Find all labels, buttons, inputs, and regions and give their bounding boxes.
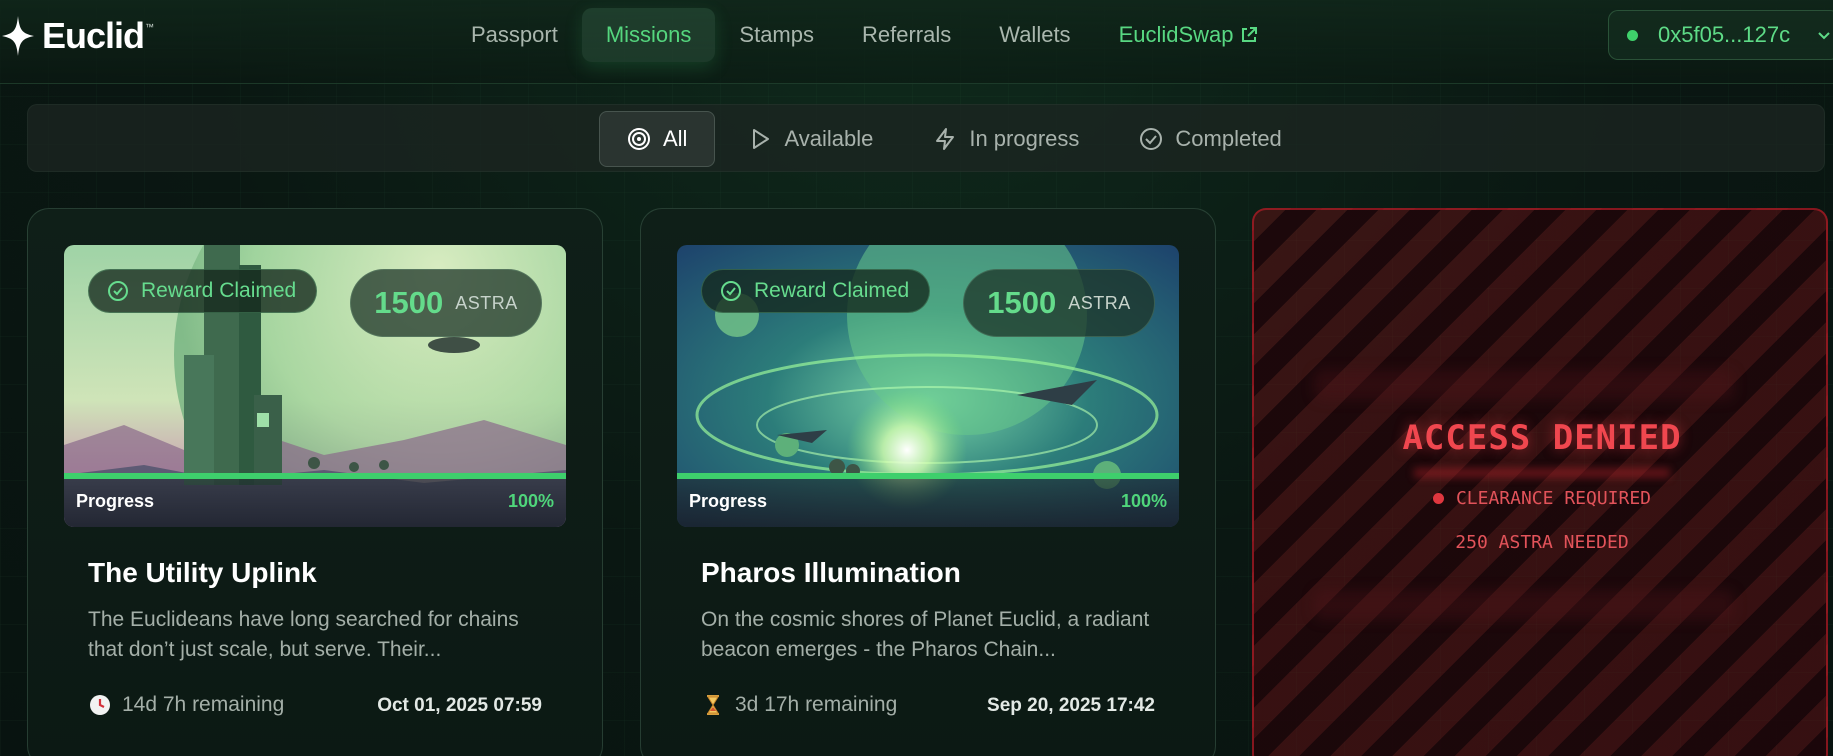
time-remaining: 3d 17h remaining [701, 693, 897, 717]
progress-percent: 100% [1120, 491, 1167, 511]
wallet-button[interactable]: 0x5f05...127c [1608, 10, 1833, 60]
wallet-status-dot [1627, 29, 1638, 41]
mission-card-pharos-illumination[interactable]: Reward Claimed 1500 ASTRA Progress 100% … [640, 208, 1216, 756]
trademark-symbol: ™ [145, 22, 155, 32]
blurred-content [1314, 590, 1734, 620]
nav-passport[interactable]: Passport [447, 8, 582, 62]
euclid-logo[interactable]: Euclid ™ [0, 14, 154, 58]
mission-card-utility-uplink[interactable]: Reward Claimed 1500 ASTRA Progress 100% … [27, 208, 603, 756]
play-icon [753, 129, 770, 149]
clearance-required-label: CLEARANCE REQUIRED [1455, 488, 1652, 509]
filter-available-label: Available [784, 126, 874, 151]
nav-wallets[interactable]: Wallets [975, 8, 1094, 62]
mission-end-date: Sep 20, 2025 17:42 [987, 695, 1155, 716]
check-circle-icon [108, 281, 128, 301]
reward-claimed-badge: Reward Claimed [88, 269, 318, 313]
access-denied-title: ACCESS DENIED [1402, 418, 1682, 458]
filter-all[interactable]: All [599, 111, 716, 167]
filter-available[interactable]: Available [721, 111, 900, 167]
progress-track [677, 473, 1179, 479]
progress-strip: Progress 100% [677, 473, 1179, 527]
hourglass-icon [707, 695, 719, 715]
check-circle-icon [721, 281, 741, 301]
external-link-icon [1241, 27, 1257, 42]
progress-fill [677, 473, 1179, 479]
top-navbar: Euclid ™ Passport Missions Stamps Referr… [0, 0, 1833, 84]
filter-tabs: All Available In progress Completed [599, 111, 1315, 167]
filter-in-progress-label: In progress [969, 126, 1080, 151]
filter-in-progress[interactable]: In progress [906, 111, 1106, 167]
reward-unit: ASTRA [455, 292, 518, 313]
nav-euclidswap[interactable]: EuclidSwap [1095, 8, 1282, 62]
astra-needed: 250 ASTRA NEEDED [1455, 532, 1629, 553]
mission-image: Reward Claimed 1500 ASTRA Progress 100% [64, 245, 566, 527]
chevron-down-icon [1818, 32, 1830, 40]
nav-missions[interactable]: Missions [581, 8, 716, 62]
blurred-content [1314, 370, 1734, 400]
nav-euclidswap-label: EuclidSwap [1118, 22, 1234, 47]
filter-completed-label: Completed [1175, 126, 1282, 151]
reward-amount: 1500 [987, 285, 1057, 320]
lightning-icon [936, 128, 955, 150]
mission-filter-bar: All Available In progress Completed [27, 104, 1825, 172]
check-circle-icon [1140, 128, 1163, 150]
reward-claimed-badge: Reward Claimed [701, 269, 931, 313]
mission-image: Reward Claimed 1500 ASTRA Progress 100% [677, 245, 1179, 527]
nav-referrals[interactable]: Referrals [838, 8, 975, 62]
reward-amount: 1500 [374, 285, 444, 320]
sparkle-star-icon [2, 16, 34, 56]
brand-name: Euclid [42, 15, 145, 56]
corner-bracket [1254, 678, 1342, 756]
corner-bracket [1254, 210, 1342, 298]
corner-bracket [1738, 210, 1826, 298]
progress-percent: 100% [507, 491, 554, 511]
wallet-address: 0x5f05...127c [1658, 22, 1791, 47]
glitch-bar [1414, 468, 1670, 478]
clock-icon [90, 695, 110, 715]
progress-label: Progress [689, 491, 768, 511]
time-remaining: 14d 7h remaining [88, 693, 284, 717]
clearance-required: CLEARANCE REQUIRED [1254, 488, 1826, 509]
mission-description: The Euclideans have long searched for ch… [88, 608, 519, 661]
locked-mission-card: ACCESS DENIED CLEARANCE REQUIRED 250 AST… [1252, 208, 1828, 756]
main-nav: Passport Missions Stamps Referrals Walle… [447, 8, 1282, 62]
filter-all-label: All [663, 126, 688, 151]
corner-bracket [1738, 678, 1826, 756]
progress-label: Progress [76, 491, 155, 511]
reward-claimed-label: Reward Claimed [141, 279, 297, 302]
progress-strip: Progress 100% [64, 473, 566, 527]
progress-fill [64, 473, 566, 479]
progress-track [64, 473, 566, 479]
target-icon [628, 128, 650, 150]
mission-end-date: Oct 01, 2025 07:59 [377, 695, 542, 716]
nav-stamps[interactable]: Stamps [715, 8, 838, 62]
reward-amount-badge: 1500 ASTRA [963, 269, 1155, 337]
reward-unit: ASTRA [1068, 292, 1131, 313]
mission-title: The Utility Uplink [88, 557, 317, 588]
mission-title: Pharos Illumination [701, 557, 961, 588]
filter-completed[interactable]: Completed [1112, 111, 1308, 167]
alert-dot-icon [1432, 493, 1444, 504]
reward-amount-badge: 1500 ASTRA [350, 269, 542, 337]
time-remaining-label: 3d 17h remaining [735, 693, 898, 716]
reward-claimed-label: Reward Claimed [754, 279, 910, 302]
mission-description: On the cosmic shores of Planet Euclid, a… [701, 608, 1150, 661]
time-remaining-label: 14d 7h remaining [122, 693, 285, 716]
